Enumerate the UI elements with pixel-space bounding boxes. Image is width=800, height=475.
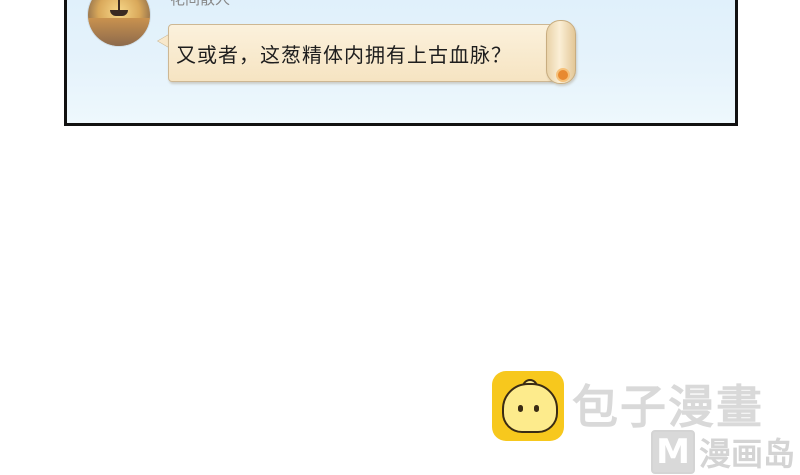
avatar-boat: [110, 10, 128, 16]
speech-bubble-text: 又或者，这葱精体内拥有上古血脉？: [176, 43, 512, 67]
chat-username: 花间散人: [170, 0, 230, 9]
bun-right-eye: [534, 405, 539, 412]
secondary-watermark: M 漫画岛: [651, 430, 796, 474]
watermark-m-icon: M: [651, 430, 695, 474]
bun-left-eye: [518, 405, 523, 412]
watermark-text: 包子漫畫: [572, 380, 764, 434]
comic-page: 花间散人 又或者，这葱精体内拥有上古血脉？ 包子漫畫 M 漫画岛: [0, 0, 800, 475]
user-avatar: [88, 0, 150, 46]
avatar-sea: [88, 18, 150, 46]
bun-body: [502, 383, 558, 433]
scroll-roll-end: [556, 68, 570, 82]
secondary-watermark-text: 漫画岛: [699, 435, 796, 473]
steamed-bun-icon: [492, 371, 564, 441]
